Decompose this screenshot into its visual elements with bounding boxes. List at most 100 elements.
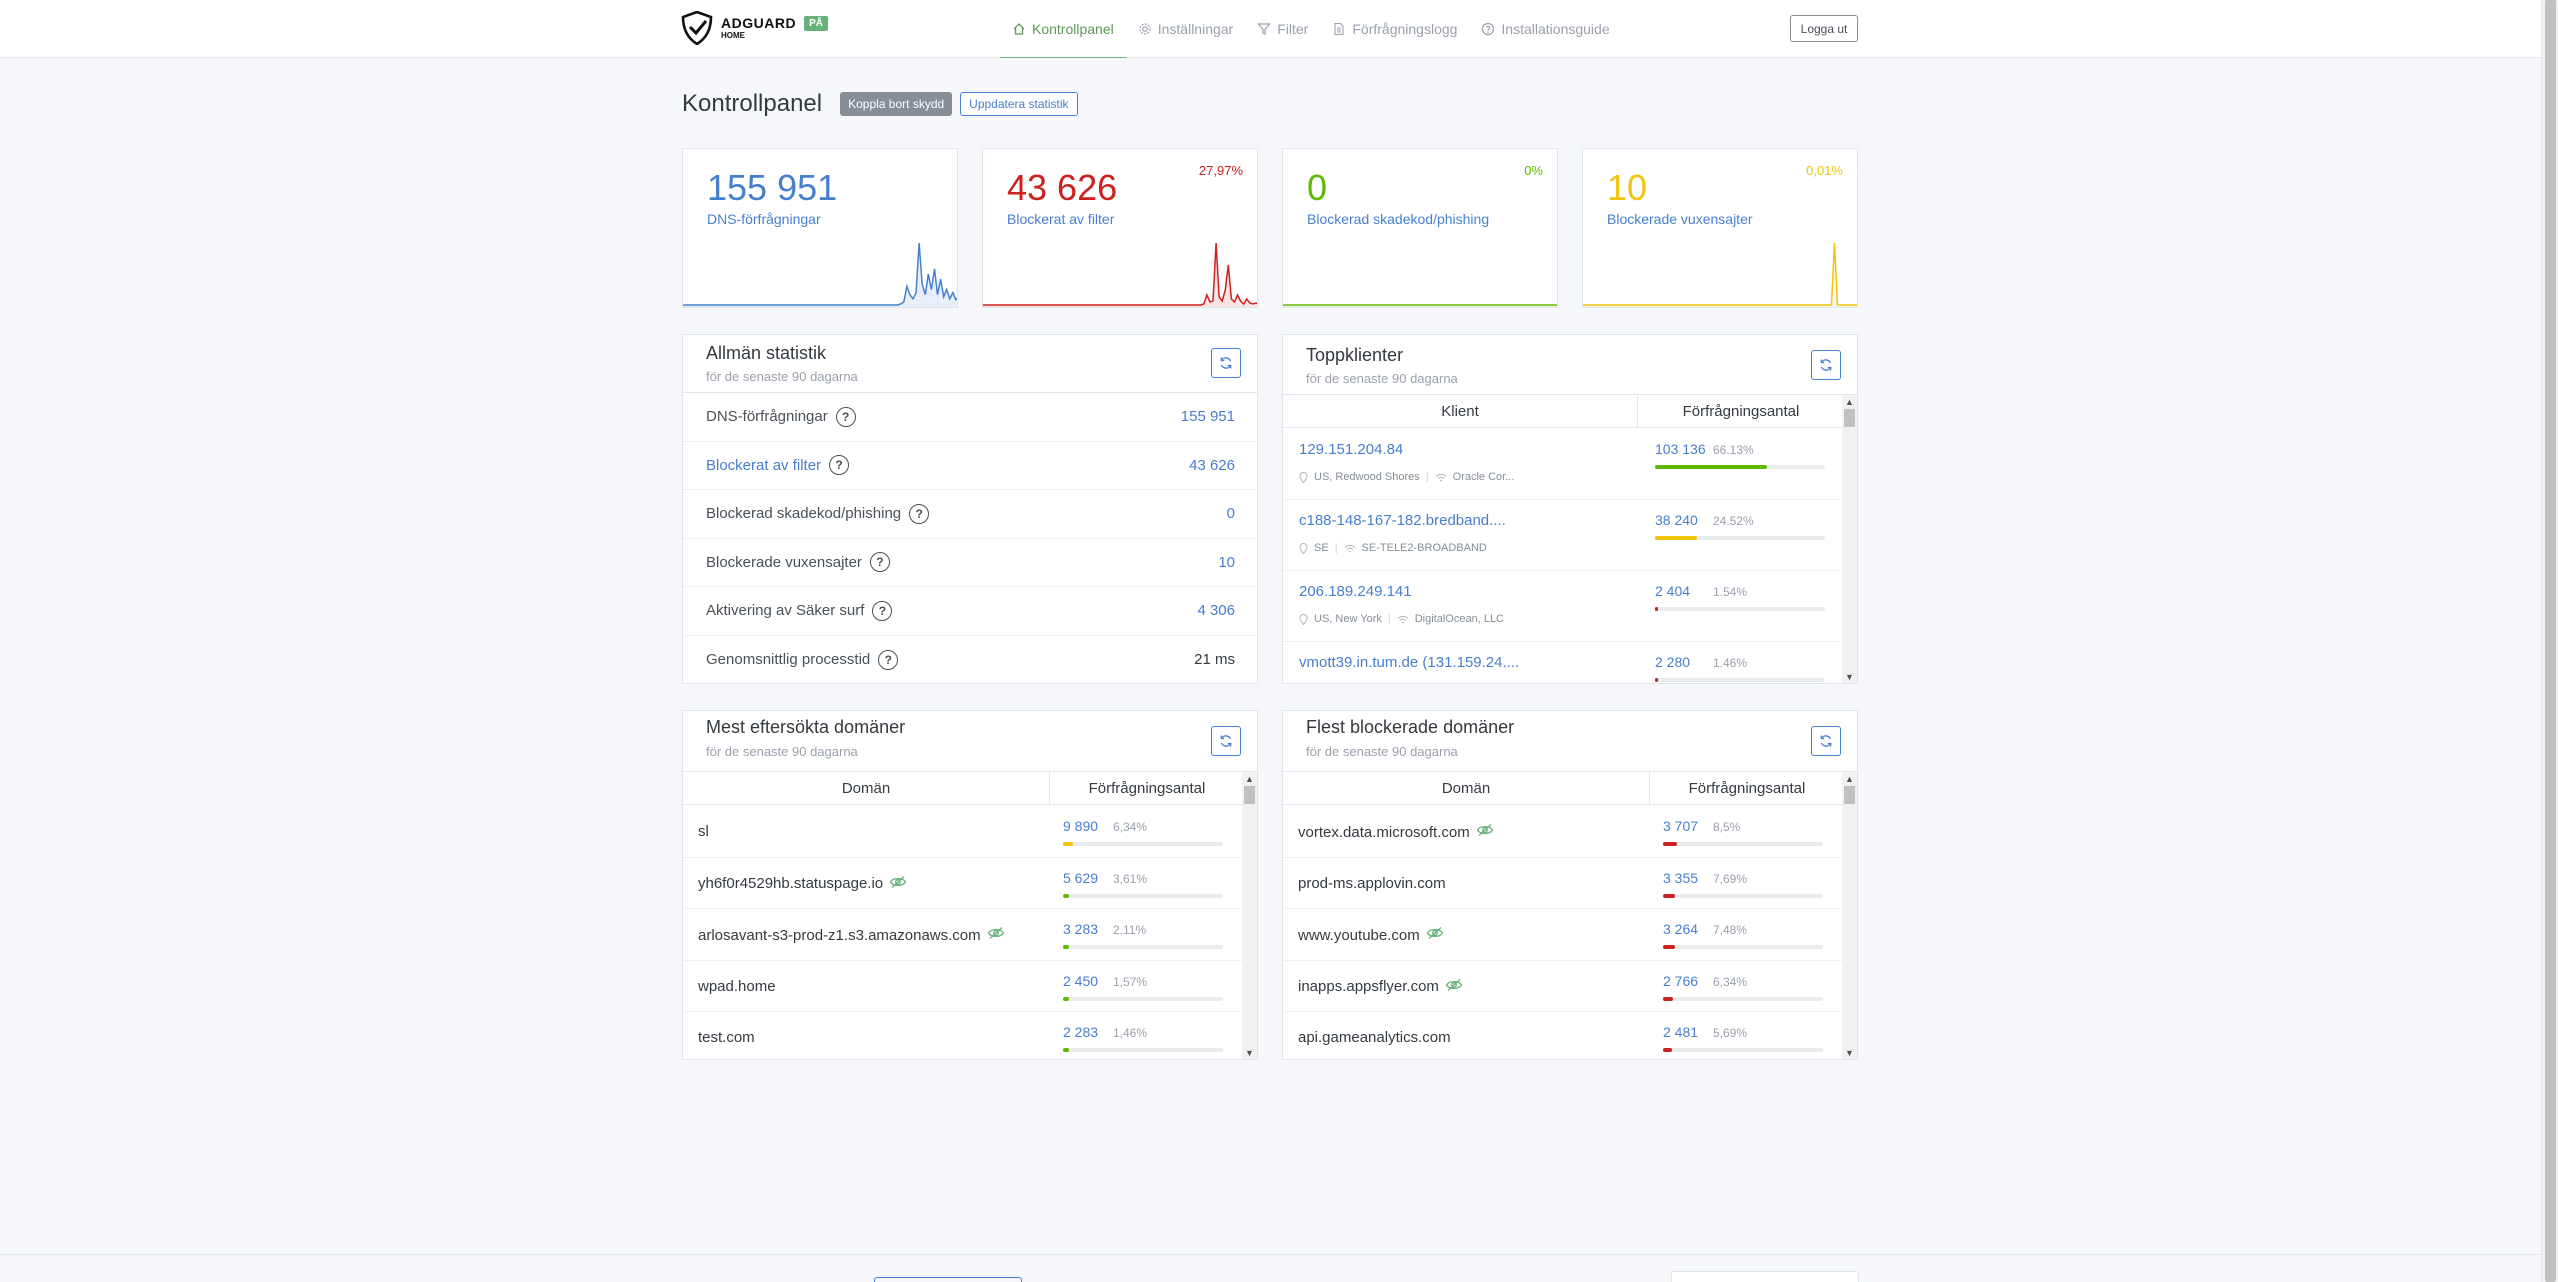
client-hostname[interactable]: 206.189.249.141 <box>1299 583 1412 600</box>
stat-label-link[interactable]: Blockerat av filter <box>706 457 821 474</box>
help-icon[interactable]: ? <box>878 649 899 670</box>
refresh-button[interactable] <box>1811 350 1841 380</box>
count-value[interactable]: 5 629 <box>1063 870 1098 886</box>
count-value[interactable]: 9 890 <box>1063 818 1098 834</box>
domain-name[interactable]: sl <box>698 823 709 840</box>
card-dns-queries[interactable]: 155 951 DNS-förfrågningar <box>682 148 958 308</box>
nav-query-log[interactable]: Förfrågningslogg <box>1320 0 1469 58</box>
client-hostname[interactable]: 129.151.204.84 <box>1299 441 1403 458</box>
client-ip[interactable]: (131.159.24.... <box>1422 654 1519 671</box>
table-row[interactable]: yh6f0r4529hb.statuspage.io 5 629 3,61% <box>683 858 1244 909</box>
scroll-down-arrow-icon[interactable]: ▼ <box>1842 670 1857 683</box>
eye-off-icon[interactable] <box>1445 978 1463 992</box>
col-header-domain[interactable]: Domän <box>1283 772 1650 804</box>
help-icon[interactable]: ? <box>872 600 893 621</box>
scroll-down-arrow-icon[interactable]: ▼ <box>1242 1046 1257 1059</box>
col-header-count[interactable]: Förfrågningsantal <box>1050 772 1244 804</box>
table-row[interactable]: wpad.home 2 450 1,57% <box>683 961 1244 1012</box>
adguard-logo[interactable]: ADGUARD HOME PÅ <box>681 11 828 45</box>
domain-name[interactable]: api.gameanalytics.com <box>1298 1029 1451 1046</box>
table-row[interactable]: 206.189.249.141 US, New York | DigitalOcea… <box>1283 571 1844 642</box>
disable-protection-button[interactable]: Koppla bort skydd <box>840 92 953 116</box>
table-row[interactable]: inapps.appsflyer.com 2 766 6,34% <box>1283 961 1844 1012</box>
scroll-up-arrow-icon[interactable]: ▲ <box>1242 772 1257 786</box>
client-name[interactable]: 206.189.249.141 <box>1299 583 1412 600</box>
domain-name[interactable]: vortex.data.microsoft.com <box>1298 824 1470 841</box>
table-row[interactable]: prod-ms.applovin.com 3 355 7,69% <box>1283 858 1844 909</box>
nav-settings[interactable]: Inställningar <box>1126 0 1246 58</box>
col-header-count[interactable]: Förfrågningsantal <box>1650 772 1844 804</box>
refresh-statistics-button[interactable]: Uppdatera statistik <box>960 92 1078 116</box>
refresh-button[interactable] <box>1811 726 1841 756</box>
help-icon[interactable]: ? <box>869 552 890 573</box>
count-value[interactable]: 3 707 <box>1663 818 1698 834</box>
client-name[interactable]: vmott39.in.tum.de (131.159.24.... <box>1299 654 1519 671</box>
table-row[interactable]: test.com 2 283 1,46% <box>683 1012 1244 1059</box>
domain-cell[interactable]: sl <box>698 823 709 840</box>
domain-name[interactable]: test.com <box>698 1029 755 1046</box>
table-row[interactable]: 129.151.204.84 US, Redwood Shores | Oracle… <box>1283 429 1844 500</box>
count-value[interactable]: 3 283 <box>1063 921 1098 937</box>
domain-cell[interactable]: wpad.home <box>698 978 776 995</box>
scroll-up-arrow-icon[interactable]: ▲ <box>1842 395 1857 409</box>
card-blocked-malware[interactable]: 0 Blockerad skadekod/phishing 0% <box>1282 148 1558 308</box>
table-row[interactable]: www.youtube.com 3 264 7,48% <box>1283 909 1844 961</box>
help-icon[interactable]: ? <box>829 455 850 476</box>
scroll-up-arrow-icon[interactable]: ▲ <box>1842 772 1857 786</box>
table-scrollbar[interactable]: ▲ ▼ <box>1842 772 1857 1059</box>
count-value[interactable]: 38 240 <box>1655 512 1698 528</box>
domain-cell[interactable]: test.com <box>698 1029 755 1046</box>
client-name[interactable]: c188-148-167-182.bredband.... <box>1299 512 1506 529</box>
domain-cell[interactable]: prod-ms.applovin.com <box>1298 875 1446 892</box>
eye-off-icon[interactable] <box>987 926 1005 940</box>
stat-value[interactable]: 0 <box>1227 505 1235 522</box>
help-icon[interactable]: ? <box>835 406 856 427</box>
stat-value[interactable]: 4 306 <box>1197 602 1235 619</box>
help-icon[interactable]: ? <box>909 503 930 524</box>
table-row[interactable]: vmott39.in.tum.de (131.159.24.... 2 280 1.… <box>1283 642 1844 683</box>
footer-select[interactable] <box>1671 1271 1859 1282</box>
eye-off-icon[interactable] <box>889 875 907 889</box>
domain-name[interactable]: yh6f0r4529hb.statuspage.io <box>698 875 883 892</box>
domain-name[interactable]: arlosavant-s3-prod-z1.s3.amazonaws.com <box>698 927 981 944</box>
count-value[interactable]: 2 404 <box>1655 583 1690 599</box>
eye-off-icon[interactable] <box>1426 926 1444 940</box>
eye-off-icon[interactable] <box>1476 823 1494 837</box>
count-value[interactable]: 2 283 <box>1063 1024 1098 1040</box>
col-header-domain[interactable]: Domän <box>683 772 1050 804</box>
stat-value[interactable]: 43 626 <box>1189 457 1235 474</box>
col-header-client[interactable]: Klient <box>1283 395 1638 427</box>
client-hostname[interactable]: c188-148-167-182.bredband.... <box>1299 512 1506 529</box>
stat-value[interactable]: 155 951 <box>1181 408 1235 425</box>
domain-name[interactable]: prod-ms.applovin.com <box>1298 875 1446 892</box>
table-row[interactable]: c188-148-167-182.bredband.... SE | SE-TELE… <box>1283 500 1844 571</box>
refresh-button[interactable] <box>1211 348 1241 378</box>
count-value[interactable]: 2 280 <box>1655 654 1690 670</box>
domain-name[interactable]: inapps.appsflyer.com <box>1298 978 1439 995</box>
logout-button[interactable]: Logga ut <box>1790 15 1858 42</box>
table-scrollbar[interactable]: ▲ ▼ <box>1242 772 1257 1059</box>
stat-value[interactable]: 10 <box>1218 554 1235 571</box>
count-value[interactable]: 2 766 <box>1663 973 1698 989</box>
count-value[interactable]: 103 136 <box>1655 441 1706 457</box>
count-value[interactable]: 3 355 <box>1663 870 1698 886</box>
count-value[interactable]: 3 264 <box>1663 921 1698 937</box>
page-scrollbar[interactable] <box>2541 0 2558 1282</box>
refresh-button[interactable] <box>1211 726 1241 756</box>
footer-button[interactable] <box>874 1277 1022 1282</box>
table-scrollbar[interactable]: ▲ ▼ <box>1842 395 1857 683</box>
count-value[interactable]: 2 450 <box>1063 973 1098 989</box>
domain-name[interactable]: wpad.home <box>698 978 776 995</box>
table-row[interactable]: arlosavant-s3-prod-z1.s3.amazonaws.com 3 … <box>683 909 1244 961</box>
card-blocked-adult[interactable]: 10 Blockerade vuxensajter 0,01% <box>1582 148 1858 308</box>
nav-filters[interactable]: Filter <box>1245 0 1320 58</box>
table-row[interactable]: vortex.data.microsoft.com 3 707 8,5% <box>1283 806 1844 858</box>
table-row[interactable]: sl 9 890 6,34% <box>683 806 1244 858</box>
client-hostname[interactable]: vmott39.in.tum.de <box>1299 654 1418 671</box>
domain-cell[interactable]: arlosavant-s3-prod-z1.s3.amazonaws.com <box>698 926 1005 944</box>
domain-cell[interactable]: api.gameanalytics.com <box>1298 1029 1451 1046</box>
domain-cell[interactable]: vortex.data.microsoft.com <box>1298 823 1494 841</box>
count-value[interactable]: 2 481 <box>1663 1024 1698 1040</box>
domain-cell[interactable]: www.youtube.com <box>1298 926 1444 944</box>
nav-dashboard[interactable]: Kontrollpanel <box>1000 0 1126 58</box>
